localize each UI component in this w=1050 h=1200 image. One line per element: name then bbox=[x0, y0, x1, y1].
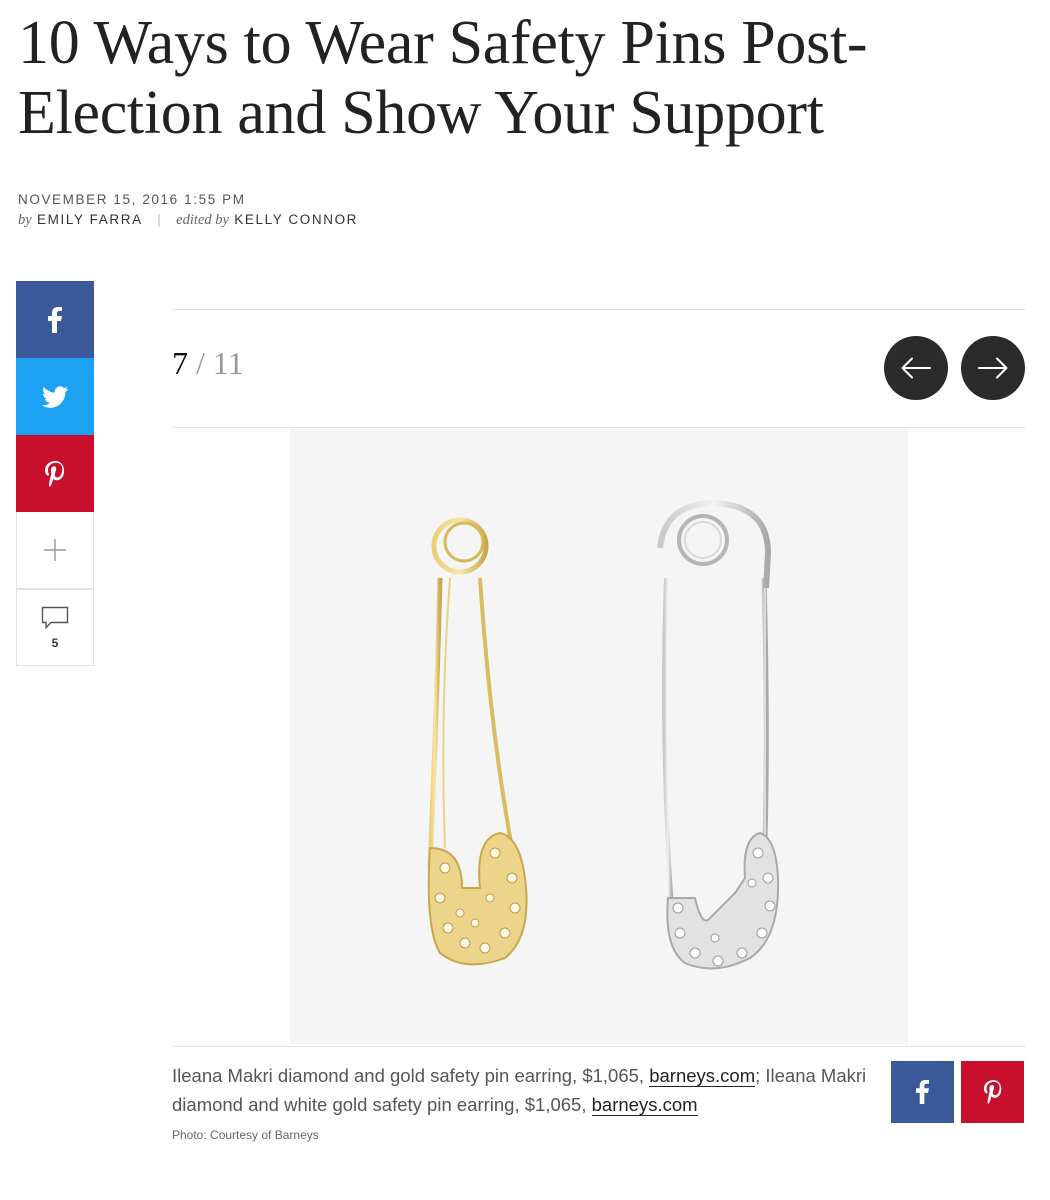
byline-separator: | bbox=[157, 212, 161, 227]
barneys-link-1[interactable]: barneys.com bbox=[649, 1065, 756, 1087]
gold-safety-pin bbox=[427, 517, 528, 966]
slide-total: 11 bbox=[212, 345, 244, 381]
byline: by Emily Farra | edited by Kelly Connor bbox=[18, 212, 358, 229]
article-date: November 15, 2016 bbox=[18, 192, 179, 207]
article-timestamp: November 15, 2016 1:55 PM bbox=[18, 192, 246, 207]
facebook-icon bbox=[916, 1080, 929, 1104]
arrow-left-icon bbox=[901, 357, 931, 379]
facebook-icon bbox=[48, 306, 62, 333]
safety-pin-earrings-image bbox=[427, 499, 780, 970]
slide-current: 7 bbox=[172, 345, 188, 381]
photo-caption: Ileana Makri diamond and gold safety pin… bbox=[172, 1061, 872, 1119]
slide-photo bbox=[290, 428, 908, 1045]
pinterest-icon bbox=[983, 1080, 1001, 1104]
pinterest-icon bbox=[45, 460, 65, 487]
previous-slide-button[interactable] bbox=[884, 336, 948, 400]
divider bbox=[172, 309, 1025, 310]
by-label: by bbox=[18, 212, 32, 228]
editor-link[interactable]: Kelly Connor bbox=[234, 212, 358, 227]
edited-by-label: edited by bbox=[176, 212, 229, 228]
caption-text-1: Ileana Makri diamond and gold safety pin… bbox=[172, 1065, 650, 1086]
comment-count: 5 bbox=[51, 635, 59, 650]
article-time: 1:55 PM bbox=[184, 192, 246, 207]
twitter-icon bbox=[42, 385, 68, 408]
slide-counter: 7 / 11 bbox=[172, 345, 244, 382]
author-link[interactable]: Emily Farra bbox=[37, 212, 142, 227]
facebook-share-button[interactable] bbox=[16, 281, 94, 358]
article-title: 10 Ways to Wear Safety Pins Post-Electio… bbox=[18, 9, 868, 147]
plus-icon bbox=[44, 539, 66, 561]
twitter-share-button[interactable] bbox=[16, 358, 94, 435]
comment-icon bbox=[41, 606, 69, 629]
photo-credit: Photo: Courtesy of Barneys bbox=[172, 1128, 319, 1142]
arrow-right-icon bbox=[978, 357, 1008, 379]
pinterest-share-button[interactable] bbox=[16, 435, 94, 512]
slide-separator: / bbox=[196, 345, 205, 381]
next-slide-button[interactable] bbox=[961, 336, 1025, 400]
barneys-link-2[interactable]: barneys.com bbox=[591, 1094, 698, 1116]
more-share-button[interactable] bbox=[16, 512, 94, 589]
comments-button[interactable]: 5 bbox=[16, 589, 94, 666]
divider bbox=[172, 1046, 1025, 1047]
caption-facebook-share-button[interactable] bbox=[891, 1061, 954, 1123]
share-rail: 5 bbox=[16, 281, 94, 666]
caption-pinterest-share-button[interactable] bbox=[961, 1061, 1024, 1123]
white-gold-safety-pin bbox=[657, 499, 780, 970]
